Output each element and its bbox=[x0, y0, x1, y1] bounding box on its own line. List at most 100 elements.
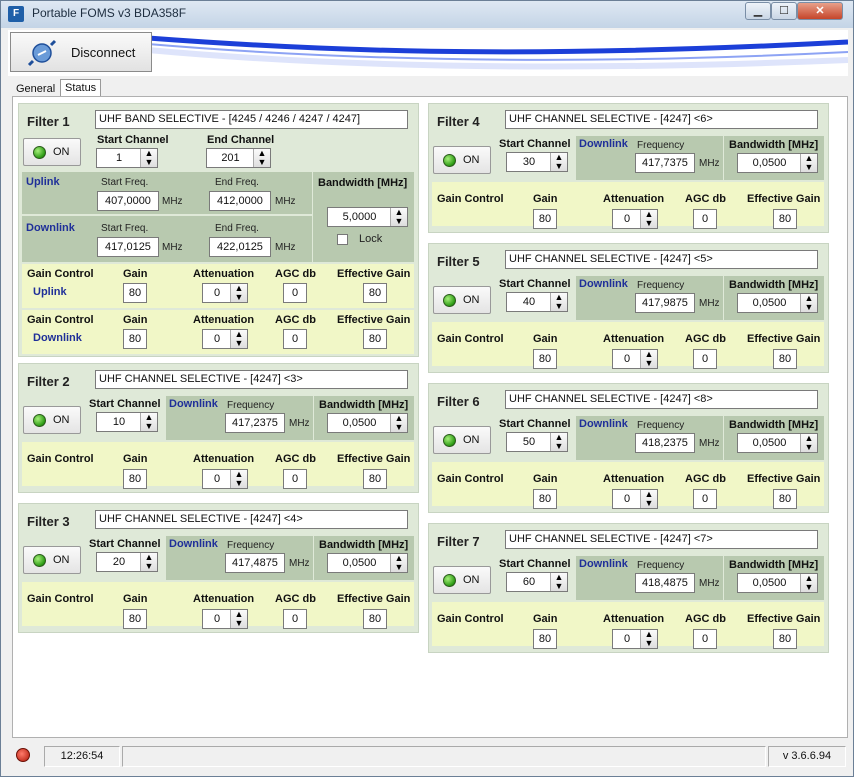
downlink-label: Downlink bbox=[579, 558, 628, 570]
uplink-gain-value[interactable]: 80 bbox=[123, 283, 147, 303]
filter-description: UHF CHANNEL SELECTIVE - [4247] <5> bbox=[505, 250, 818, 269]
gain-value[interactable]: 80 bbox=[533, 629, 557, 649]
gain-control-label: Gain Control bbox=[27, 268, 94, 280]
spinner-arrows-icon[interactable]: ▲ ▼ bbox=[550, 153, 567, 171]
spinner-arrows-icon[interactable]: ▲ ▼ bbox=[800, 154, 817, 172]
minimize-button[interactable]: ▁ bbox=[745, 2, 771, 20]
spinner-arrows-icon[interactable]: ▲ ▼ bbox=[230, 610, 247, 628]
spinner-arrows-icon[interactable]: ▲ ▼ bbox=[140, 413, 157, 431]
uplink-end-freq[interactable]: 412,0000 bbox=[209, 191, 271, 211]
uplink-start-freq[interactable]: 407,0000 bbox=[97, 191, 159, 211]
filter-on-button[interactable]: ON bbox=[433, 286, 491, 314]
uplink-attenuation-input[interactable]: 0 ▲ ▼ bbox=[202, 283, 248, 303]
spinner-arrows-icon[interactable]: ▲ ▼ bbox=[640, 490, 657, 508]
filter-on-button[interactable]: ON bbox=[433, 426, 491, 454]
disconnect-button[interactable]: Disconnect bbox=[10, 32, 152, 72]
start-channel-input[interactable]: 30 ▲ ▼ bbox=[506, 152, 568, 172]
downlink-frequency[interactable]: 417,4875 bbox=[225, 553, 285, 573]
spinner-arrows-icon[interactable]: ▲ ▼ bbox=[390, 554, 407, 572]
bandwidth-label: Bandwidth [MHz] bbox=[729, 139, 819, 151]
mhz-label: MHz bbox=[289, 558, 310, 569]
attenuation-input[interactable]: 0 ▲ ▼ bbox=[202, 609, 248, 629]
attenuation-input[interactable]: 0 ▲ ▼ bbox=[612, 489, 658, 509]
downlink-gain-value[interactable]: 80 bbox=[123, 329, 147, 349]
attenuation-input[interactable]: 0 ▲ ▼ bbox=[612, 629, 658, 649]
start-channel-label: Start Channel bbox=[499, 558, 571, 570]
start-channel-input[interactable]: 1 ▲ ▼ bbox=[96, 148, 158, 168]
start-channel-input[interactable]: 10 ▲ ▼ bbox=[96, 412, 158, 432]
downlink-label: Downlink bbox=[169, 538, 218, 550]
downlink-attenuation-input[interactable]: 0 ▲ ▼ bbox=[202, 329, 248, 349]
bandwidth-input[interactable]: 0,0500 ▲ ▼ bbox=[737, 433, 818, 453]
attenuation-value: 0 bbox=[623, 493, 631, 505]
spinner-arrows-icon[interactable]: ▲ ▼ bbox=[140, 149, 157, 167]
filter-description: UHF CHANNEL SELECTIVE - [4247] <4> bbox=[95, 510, 408, 529]
start-channel-input[interactable]: 40 ▲ ▼ bbox=[506, 292, 568, 312]
attenuation-input[interactable]: 0 ▲ ▼ bbox=[612, 209, 658, 229]
spinner-arrows-icon[interactable]: ▲ ▼ bbox=[230, 330, 247, 348]
maximize-button[interactable]: ☐ bbox=[771, 2, 797, 20]
bandwidth-input[interactable]: 0,0500 ▲ ▼ bbox=[737, 293, 818, 313]
bandwidth-input[interactable]: 0,0500 ▲ ▼ bbox=[327, 413, 408, 433]
tab-status[interactable]: Status bbox=[60, 79, 102, 97]
spinner-arrows-icon[interactable]: ▲ ▼ bbox=[140, 553, 157, 571]
downlink-start-freq[interactable]: 417,0125 bbox=[97, 237, 159, 257]
downlink-frequency[interactable]: 417,2375 bbox=[225, 413, 285, 433]
gain-value[interactable]: 80 bbox=[533, 349, 557, 369]
lock-checkbox[interactable] bbox=[337, 234, 348, 245]
spinner-arrows-icon[interactable]: ▲ ▼ bbox=[390, 208, 407, 226]
start-channel-input[interactable]: 60 ▲ ▼ bbox=[506, 572, 568, 592]
bandwidth-input[interactable]: 0,0500 ▲ ▼ bbox=[737, 573, 818, 593]
downlink-frequency[interactable]: 418,4875 bbox=[635, 573, 695, 593]
start-channel-input[interactable]: 50 ▲ ▼ bbox=[506, 432, 568, 452]
attenuation-input[interactable]: 0 ▲ ▼ bbox=[612, 349, 658, 369]
bandwidth-label: Bandwidth [MHz] bbox=[318, 177, 408, 189]
spinner-arrows-icon[interactable]: ▲ ▼ bbox=[800, 434, 817, 452]
spinner-arrows-icon[interactable]: ▲ ▼ bbox=[390, 414, 407, 432]
bandwidth-input[interactable]: 5,0000 ▲ ▼ bbox=[327, 207, 408, 227]
spinner-arrows-icon[interactable]: ▲ ▼ bbox=[230, 470, 247, 488]
spinner-arrows-icon[interactable]: ▲ ▼ bbox=[550, 433, 567, 451]
spinner-arrows-icon[interactable]: ▲ ▼ bbox=[550, 293, 567, 311]
app-icon[interactable]: F bbox=[8, 6, 24, 22]
filter-title: Filter 4 bbox=[437, 114, 480, 129]
end-channel-input[interactable]: 201 ▲ ▼ bbox=[206, 148, 271, 168]
bandwidth-input[interactable]: 0,0500 ▲ ▼ bbox=[737, 153, 818, 173]
spinner-arrows-icon[interactable]: ▲ ▼ bbox=[800, 294, 817, 312]
filter-on-button[interactable]: ON bbox=[23, 406, 81, 434]
close-button[interactable]: ✕ bbox=[797, 2, 843, 20]
spinner-arrows-icon[interactable]: ▲ ▼ bbox=[800, 574, 817, 592]
downlink-frequency[interactable]: 417,7375 bbox=[635, 153, 695, 173]
start-freq-label: Start Freq. bbox=[101, 177, 149, 188]
filter-on-button[interactable]: ON bbox=[433, 146, 491, 174]
attenuation-input[interactable]: 0 ▲ ▼ bbox=[202, 469, 248, 489]
spinner-arrows-icon[interactable]: ▲ ▼ bbox=[640, 630, 657, 648]
downlink-frequency[interactable]: 417,9875 bbox=[635, 293, 695, 313]
start-channel-input[interactable]: 20 ▲ ▼ bbox=[96, 552, 158, 572]
bandwidth-label: Bandwidth [MHz] bbox=[319, 399, 409, 411]
filter-on-button[interactable]: ON bbox=[23, 546, 81, 574]
filter-description: UHF BAND SELECTIVE - [4245 / 4246 / 4247… bbox=[95, 110, 408, 129]
effective-gain-value: 80 bbox=[773, 209, 797, 229]
gain-value[interactable]: 80 bbox=[123, 609, 147, 629]
gain-value[interactable]: 80 bbox=[533, 209, 557, 229]
bandwidth-value: 0,0500 bbox=[752, 577, 787, 589]
gain-value[interactable]: 80 bbox=[123, 469, 147, 489]
filter-on-button[interactable]: ON bbox=[433, 566, 491, 594]
filter-on-button[interactable]: ON bbox=[23, 138, 81, 166]
spinner-arrows-icon[interactable]: ▲ ▼ bbox=[640, 350, 657, 368]
downlink-effective-gain-value: 80 bbox=[363, 329, 387, 349]
led-green-icon bbox=[443, 154, 456, 167]
downlink-end-freq[interactable]: 422,0125 bbox=[209, 237, 271, 257]
spinner-arrows-icon[interactable]: ▲ ▼ bbox=[253, 149, 270, 167]
spinner-arrows-icon[interactable]: ▲ ▼ bbox=[640, 210, 657, 228]
downlink-frequency[interactable]: 418,2375 bbox=[635, 433, 695, 453]
bandwidth-input[interactable]: 0,0500 ▲ ▼ bbox=[327, 553, 408, 573]
gain-value[interactable]: 80 bbox=[533, 489, 557, 509]
attenuation-value: 0 bbox=[623, 633, 631, 645]
spinner-arrows-icon[interactable]: ▲ ▼ bbox=[230, 284, 247, 302]
spinner-arrows-icon[interactable]: ▲ ▼ bbox=[550, 573, 567, 591]
effective-gain-value: 80 bbox=[363, 469, 387, 489]
attenuation-label: Attenuation bbox=[193, 314, 255, 326]
agc-value: 0 bbox=[693, 209, 717, 229]
